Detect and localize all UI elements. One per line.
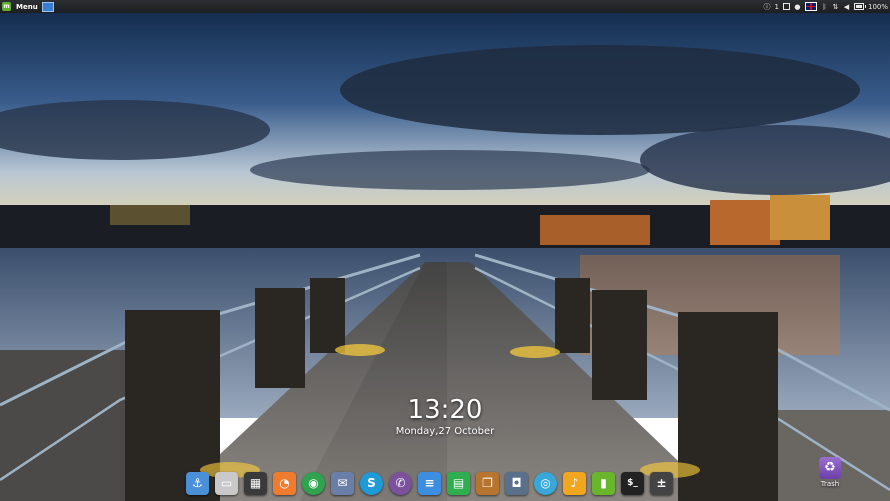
spreadsheet-icon[interactable]: ▤: [447, 471, 470, 495]
desktop-clock: 13:20 Monday,27 October: [370, 395, 520, 438]
chrome-icon[interactable]: ◉: [302, 471, 325, 495]
swirl-icon[interactable]: ◔: [273, 471, 296, 495]
clock-date: Monday,27 October: [395, 426, 495, 437]
mint-logo-icon: m: [2, 2, 11, 11]
viber-icon[interactable]: ✆: [389, 471, 412, 495]
trash-label: Trash: [820, 480, 840, 488]
notification-count: 1: [774, 2, 779, 11]
terminal-icon[interactable]: $_: [621, 471, 644, 495]
dock: ⚓ ▭ ▦ ◔ ◉ ✉ S ✆ ≡ ▤ ❐ ◘ ◎ ♪ ▮ $_ ±: [186, 469, 673, 497]
mail-icon[interactable]: ✉: [331, 471, 354, 495]
book-icon[interactable]: ❐: [476, 471, 499, 495]
camera-icon[interactable]: ◘: [505, 471, 528, 495]
flag-uk-icon[interactable]: [804, 2, 817, 11]
system-tray: ⓘ 1 ● ᛒ ⇅ ◀ 100%: [764, 0, 888, 13]
desktop-icon[interactable]: [782, 3, 790, 10]
network-icon[interactable]: ⇅: [832, 3, 839, 11]
folder-icon[interactable]: ▭: [215, 471, 238, 495]
calculator-icon[interactable]: ±: [650, 471, 673, 495]
show-desktop-icon[interactable]: [41, 1, 54, 12]
bluetooth-icon[interactable]: ᛒ: [821, 3, 828, 11]
battery-percent: 100%: [867, 2, 888, 11]
skype-icon[interactable]: S: [360, 471, 383, 495]
battery-icon[interactable]: [853, 3, 866, 10]
volume-icon[interactable]: ◀: [843, 3, 850, 11]
wifi-hotspot-icon[interactable]: ◎: [534, 471, 557, 495]
user-icon[interactable]: ●: [794, 3, 801, 11]
recycle-icon: ♻: [819, 457, 841, 479]
info-icon[interactable]: ⓘ: [764, 3, 771, 11]
menu-button[interactable]: m Menu: [0, 0, 58, 13]
clock-time: 13:20: [407, 395, 483, 425]
document-icon[interactable]: ≡: [418, 471, 441, 495]
anchor-icon[interactable]: ⚓: [186, 471, 209, 495]
top-panel: m Menu ⓘ 1 ● ᛒ ⇅ ◀ 100%: [0, 0, 890, 13]
window-manager-icon[interactable]: ▦: [244, 471, 267, 495]
music-icon[interactable]: ♪: [563, 471, 586, 495]
cup-icon[interactable]: ▮: [592, 471, 615, 495]
trash-desktop-icon[interactable]: ♻ Trash: [815, 457, 845, 488]
menu-label: Menu: [16, 2, 38, 11]
